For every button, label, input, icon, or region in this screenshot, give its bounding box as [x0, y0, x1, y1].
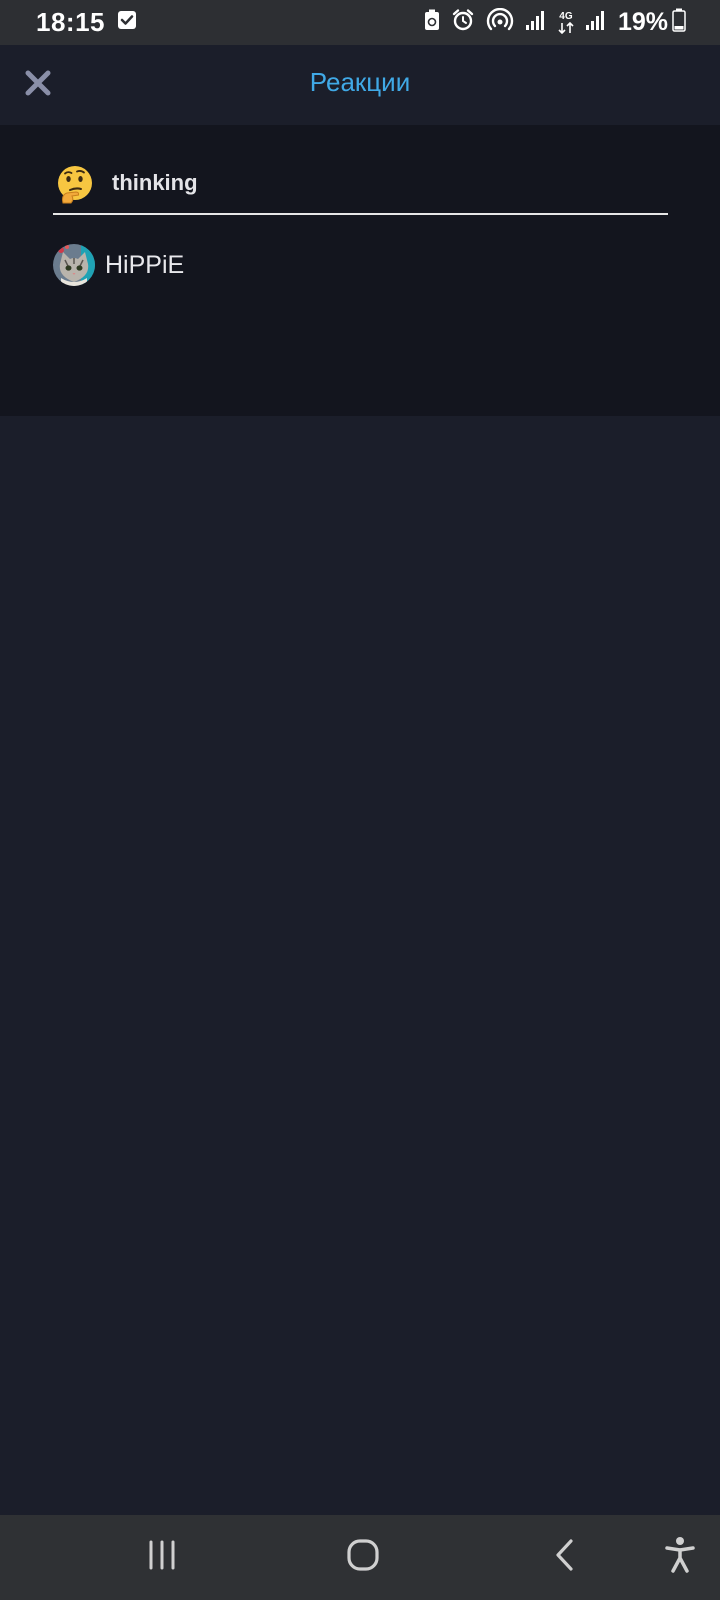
network-type-label: 4G — [559, 10, 573, 22]
page-title: Реакции — [309, 67, 411, 97]
reactions-panel: thinking HiPPiE — [0, 125, 720, 416]
signal-icon — [525, 9, 547, 36]
accessibility-icon — [664, 1536, 696, 1579]
hotspot-icon — [486, 7, 514, 37]
back-icon — [553, 1538, 577, 1577]
accessibility-button[interactable] — [655, 1535, 705, 1579]
recent-apps-icon — [147, 1540, 177, 1575]
recent-apps-button[interactable] — [137, 1535, 187, 1579]
status-left: 18:15 — [36, 7, 137, 38]
avatar — [53, 244, 95, 286]
task-check-icon — [117, 10, 137, 35]
tab-reaction-thinking[interactable]: thinking — [53, 164, 668, 215]
thinking-face-icon — [55, 164, 95, 204]
list-item[interactable]: HiPPiE — [53, 243, 184, 287]
user-name: HiPPiE — [105, 250, 185, 279]
home-icon — [346, 1538, 380, 1577]
mobile-data-icon: 4G — [558, 10, 574, 34]
home-button[interactable] — [338, 1535, 388, 1579]
battery-saver-icon — [424, 9, 440, 36]
status-time: 18:15 — [36, 7, 105, 37]
signal-icon-2 — [585, 9, 607, 36]
system-nav-bar — [0, 1515, 720, 1600]
battery-indicator: 19% — [618, 8, 686, 37]
battery-percent: 19% — [617, 8, 668, 36]
alarm-icon — [451, 8, 475, 37]
reaction-label: thinking — [112, 170, 198, 195]
app-header: Реакции — [0, 45, 720, 125]
battery-icon — [672, 8, 686, 37]
status-right: 4G 19% — [424, 7, 686, 37]
back-button[interactable] — [540, 1535, 590, 1579]
status-bar: 18:15 4G 19% — [0, 0, 720, 45]
